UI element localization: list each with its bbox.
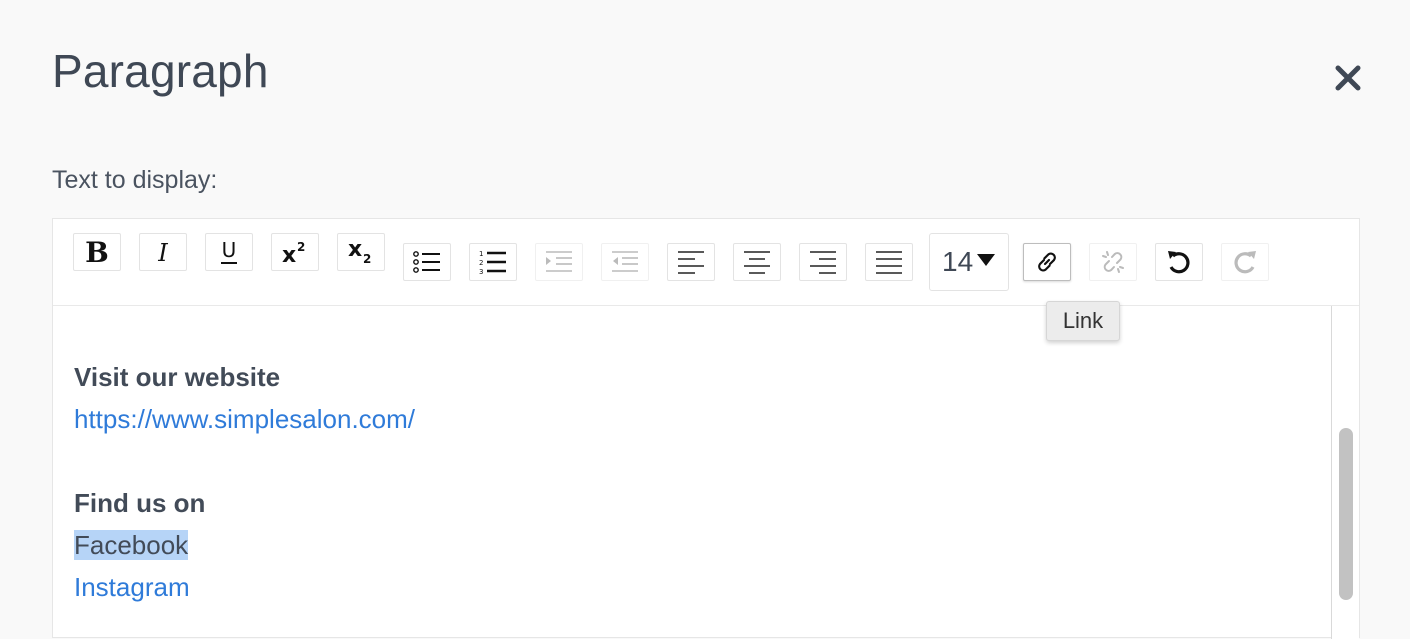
align-left-button[interactable] [667, 243, 715, 281]
italic-icon: I [157, 239, 168, 267]
svg-text:x: x [282, 243, 296, 267]
facebook-link-selected[interactable]: Facebook [74, 530, 189, 560]
bullet-list-button[interactable] [403, 243, 451, 281]
svg-text:1: 1 [479, 250, 483, 258]
editor-toolbar: B I U x 2 x 2 1 2 3 14 [53, 219, 1359, 306]
align-center-button[interactable] [733, 243, 781, 281]
indent-button[interactable] [535, 243, 583, 281]
justify-button[interactable] [865, 243, 913, 281]
bullet-list-icon [413, 251, 440, 273]
unlink-icon [1102, 251, 1124, 273]
redo-button[interactable] [1221, 243, 1269, 281]
link-icon [1038, 252, 1056, 272]
svg-text:2: 2 [363, 252, 371, 266]
svg-text:2: 2 [297, 240, 305, 254]
heading-visit: Visit our website [74, 362, 281, 392]
redo-icon [1234, 251, 1256, 274]
undo-icon [1168, 251, 1190, 274]
undo-button[interactable] [1155, 243, 1203, 281]
instagram-link[interactable]: Instagram [74, 572, 190, 603]
editor-content[interactable]: Visit our website https://www.simplesalo… [53, 306, 1332, 639]
scrollbar-thumb[interactable] [1339, 428, 1353, 600]
bold-button[interactable]: B [73, 233, 121, 271]
font-size-value: 14 [942, 246, 974, 277]
page-title: Paragraph [52, 45, 269, 97]
italic-button[interactable]: I [139, 233, 187, 271]
website-link[interactable]: https://www.simplesalon.com/ [74, 404, 415, 435]
outdent-button[interactable] [601, 243, 649, 281]
unlink-button[interactable] [1089, 243, 1137, 281]
link-tooltip: Link [1046, 301, 1120, 341]
svg-text:x: x [348, 237, 362, 262]
svg-text:U: U [222, 238, 237, 262]
superscript-icon: x 2 [282, 240, 305, 267]
superscript-button[interactable]: x 2 [271, 233, 319, 271]
svg-text:3: 3 [479, 268, 483, 276]
subscript-icon: x 2 [348, 237, 371, 266]
svg-text:B: B [85, 237, 109, 267]
chevron-down-icon [977, 254, 996, 266]
subscript-button[interactable]: x 2 [337, 233, 385, 271]
field-label: Text to display: [52, 166, 218, 194]
numbered-list-icon: 1 2 3 [479, 250, 506, 276]
numbered-list-button[interactable]: 1 2 3 [469, 243, 517, 281]
underline-button[interactable]: U [205, 233, 253, 271]
bold-icon: B [85, 237, 109, 267]
svg-text:I: I [157, 239, 168, 267]
svg-text:2: 2 [479, 259, 483, 267]
font-size-select[interactable]: 14 [929, 233, 1009, 291]
underline-icon: U [221, 238, 237, 264]
justify-icon [876, 251, 902, 274]
heading-find-us: Find us on [74, 488, 206, 518]
outdent-icon [612, 251, 638, 272]
align-center-icon [744, 251, 770, 274]
link-button[interactable] [1023, 243, 1071, 281]
align-right-icon [810, 251, 836, 274]
align-left-icon [678, 251, 704, 274]
close-icon[interactable] [1330, 60, 1366, 96]
rich-text-editor[interactable]: B I U x 2 x 2 1 2 3 14 Link Visit our we… [52, 218, 1360, 639]
align-right-button[interactable] [799, 243, 847, 281]
indent-icon [546, 251, 572, 272]
